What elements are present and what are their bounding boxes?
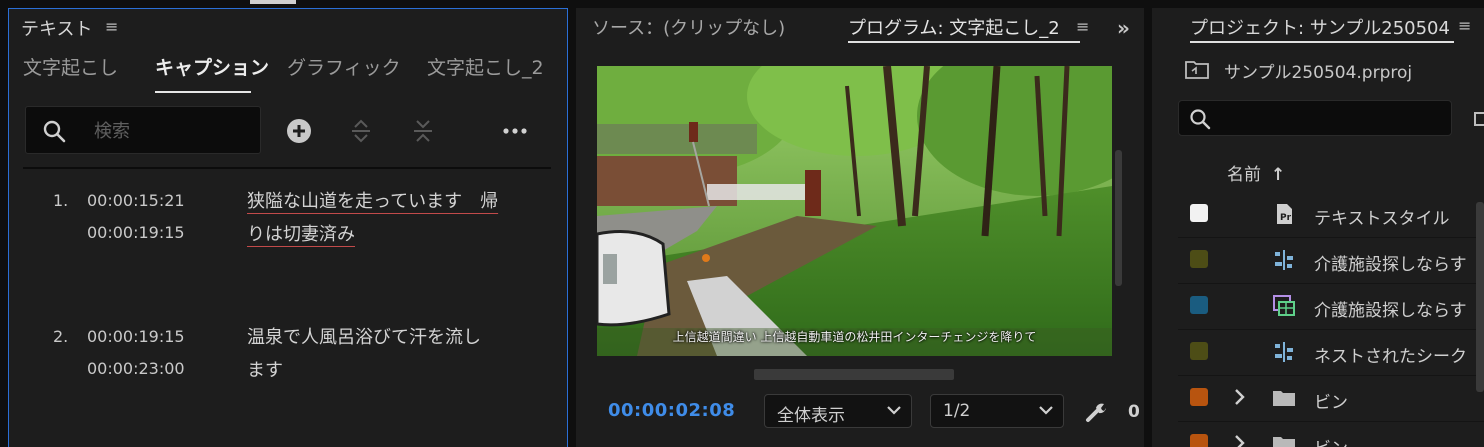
- panel-menu-icon[interactable]: ≡: [1458, 16, 1471, 35]
- active-tab-indicator: [848, 41, 1080, 43]
- tab-program-monitor[interactable]: プログラム: 文字起こし_2: [848, 14, 1080, 40]
- sequence-icon: [1275, 342, 1293, 362]
- caption-text-line: 温泉で人風呂浴びて汗を流し: [247, 327, 481, 348]
- project-item[interactable]: 介護施設探しならす: [1178, 238, 1484, 284]
- vertical-scrollbar[interactable]: [1476, 202, 1484, 392]
- chevron-right-icon[interactable]: [1234, 388, 1246, 406]
- project-item-name: 介護施設探しならす: [1314, 255, 1467, 275]
- column-name-label: 名前: [1227, 165, 1261, 185]
- active-tab-indicator: [1190, 41, 1454, 43]
- project-item-name: ビン: [1314, 393, 1348, 413]
- video-frame-image: [597, 66, 1112, 356]
- project-file-icon: [1185, 61, 1209, 79]
- panel-title: テキスト: [21, 19, 93, 40]
- tab-source-monitor[interactable]: ソース：(クリップなし): [592, 14, 785, 40]
- project-panel-title[interactable]: プロジェクト: サンプル250504: [1190, 14, 1452, 40]
- project-search-input[interactable]: [1178, 100, 1452, 136]
- expand-panels-icon[interactable]: »: [1117, 16, 1130, 40]
- project-item[interactable]: Pr テキストスタイル: [1178, 192, 1484, 238]
- caption-item[interactable]: 1. 00:00:15:21 00:00:19:15 狭隘な山道を走っています …: [9, 185, 567, 305]
- add-icon[interactable]: [285, 117, 313, 145]
- caption-item[interactable]: 2. 00:00:19:15 00:00:23:00 温泉で人風呂浴びて汗を流し…: [9, 321, 567, 441]
- folder-icon: [1273, 437, 1295, 447]
- search-placeholder: 検索: [94, 121, 130, 142]
- tab-captions[interactable]: キャプション: [155, 53, 269, 80]
- project-item-name: テキストスタイル: [1314, 209, 1450, 229]
- search-icon: [43, 120, 66, 143]
- cut-off-text: 0: [1128, 402, 1140, 422]
- wrench-icon[interactable]: [1084, 400, 1108, 424]
- caption-number: 1.: [53, 191, 69, 210]
- chevron-down-icon: [1039, 406, 1053, 415]
- more-icon[interactable]: [501, 117, 529, 145]
- collapse-all-icon[interactable]: [409, 117, 437, 145]
- project-item-name: 介護施設探しならす: [1314, 301, 1467, 321]
- caption-text[interactable]: 狭隘な山道を走っています 帰 りは切妻済み: [247, 185, 537, 251]
- tab-transcript[interactable]: 文字起こし: [23, 53, 118, 80]
- horizontal-scrollbar[interactable]: [754, 369, 954, 380]
- tab-transcript-2[interactable]: 文字起こし_2: [427, 53, 544, 80]
- label-color-swatch[interactable]: [1190, 204, 1208, 222]
- tab-graphics[interactable]: グラフィック: [287, 53, 401, 80]
- caption-search-input[interactable]: 検索: [25, 106, 261, 154]
- list-divider: [23, 167, 551, 169]
- caption-in-time[interactable]: 00:00:15:21: [87, 185, 185, 217]
- project-item-name: ネストされたシーク: [1314, 347, 1467, 367]
- label-color-swatch[interactable]: [1190, 342, 1208, 360]
- monitor-panel: ソース：(クリップなし) プログラム: 文字起こし_2 ≡ » 上信越道間違い …: [576, 8, 1144, 447]
- multicam-clip-icon: [1273, 295, 1295, 316]
- zoom-level-value: 全体表示: [777, 406, 845, 426]
- column-header-name[interactable]: 名前 ↑: [1227, 160, 1285, 185]
- caption-out-time[interactable]: 00:00:23:00: [87, 353, 185, 385]
- caption-text-line: ます: [247, 360, 283, 381]
- folder-icon: [1273, 391, 1295, 406]
- project-file-name: サンプル250504.prproj: [1224, 63, 1413, 83]
- caption-text-line: りは切妻済み: [247, 224, 355, 245]
- caption-text-line: 狭隘な山道を走っています 帰: [247, 191, 499, 212]
- project-item[interactable]: ビン: [1178, 422, 1484, 447]
- search-icon: [1190, 109, 1211, 130]
- caption-in-time[interactable]: 00:00:19:15: [87, 321, 185, 353]
- text-tabs: 文字起こし キャプション グラフィック 文字起こし_2: [9, 53, 567, 93]
- panel-menu-icon[interactable]: ≡: [1076, 17, 1089, 36]
- resolution-value: 1/2: [943, 401, 971, 421]
- active-tab-indicator: [155, 91, 251, 93]
- new-bin-icon[interactable]: [1474, 112, 1484, 126]
- project-item[interactable]: ビン: [1178, 376, 1484, 422]
- panel-menu-icon[interactable]: ≡: [105, 17, 118, 36]
- svg-text:Pr: Pr: [1280, 213, 1292, 223]
- project-item-name: ビン: [1314, 434, 1348, 447]
- playback-resolution-select[interactable]: 1/2: [930, 394, 1064, 428]
- subtitle-overlay: 上信越道間違い 上信越自動車道の松井田インターチェンジを降りて: [672, 330, 1037, 344]
- program-video-frame[interactable]: 上信越道間違い 上信越自動車道の松井田インターチェンジを降りて: [597, 66, 1112, 356]
- vertical-scrollbar[interactable]: [1115, 150, 1122, 286]
- zoom-level-select[interactable]: 全体表示: [764, 394, 912, 428]
- label-color-swatch[interactable]: [1190, 250, 1208, 268]
- caption-text[interactable]: 温泉で人風呂浴びて汗を流し ます: [247, 321, 537, 387]
- text-style-icon: Pr: [1277, 204, 1292, 224]
- label-color-swatch[interactable]: [1190, 296, 1208, 314]
- top-resize-handle[interactable]: [250, 0, 296, 4]
- expand-all-icon[interactable]: [347, 117, 375, 145]
- project-item[interactable]: ネストされたシーク: [1178, 330, 1484, 376]
- sort-ascending-icon: ↑: [1271, 165, 1286, 185]
- caption-number: 2.: [53, 327, 69, 346]
- playhead-timecode[interactable]: 00:00:02:08: [608, 400, 735, 421]
- sequence-icon: [1275, 250, 1293, 270]
- project-item[interactable]: 介護施設探しならす: [1178, 284, 1484, 330]
- chevron-right-icon[interactable]: [1234, 434, 1246, 447]
- label-color-swatch[interactable]: [1190, 434, 1208, 447]
- text-panel: テキスト ≡ 文字起こし キャプション グラフィック 文字起こし_2 検索 1.: [8, 8, 568, 447]
- caption-out-time[interactable]: 00:00:19:15: [87, 217, 185, 249]
- label-color-swatch[interactable]: [1190, 388, 1208, 406]
- chevron-down-icon: [887, 406, 901, 415]
- project-panel: プロジェクト: サンプル250504 ≡ サンプル250504.prproj 名…: [1152, 8, 1484, 447]
